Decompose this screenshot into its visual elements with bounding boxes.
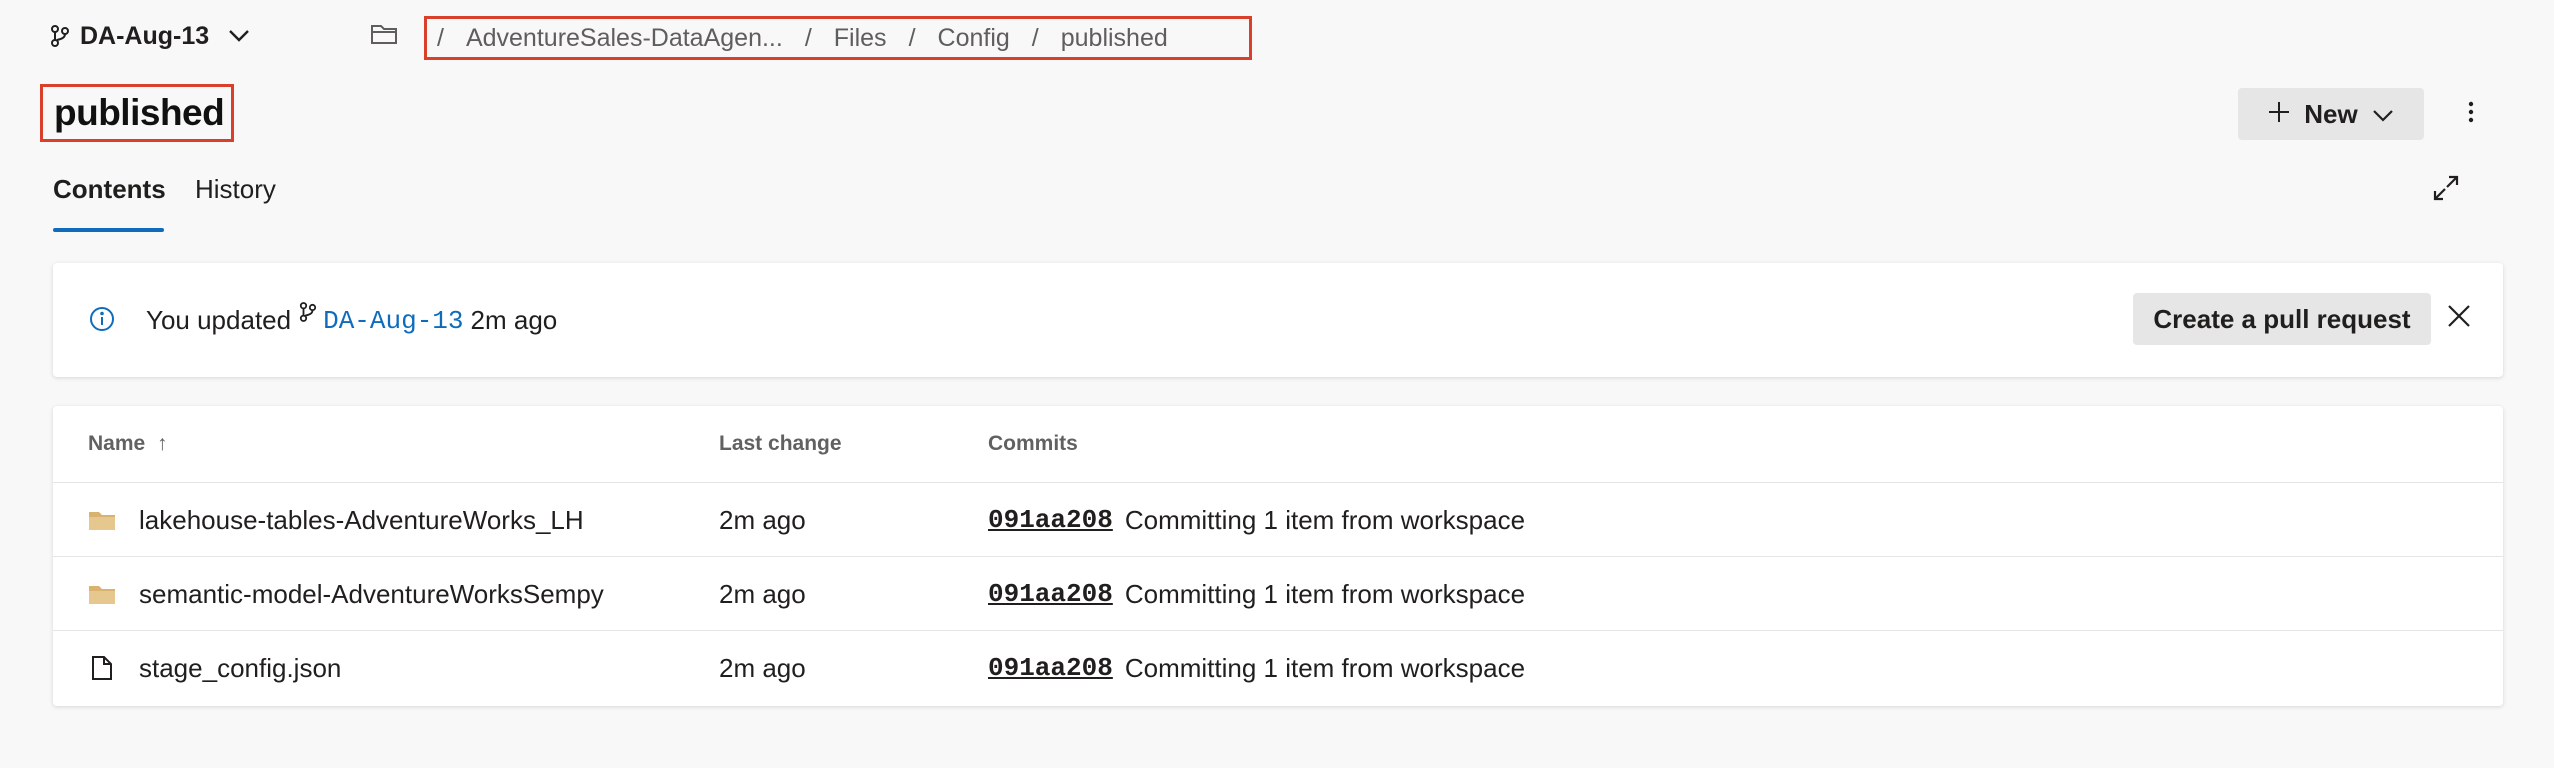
commit-message: Committing 1 item from workspace (1124, 578, 1526, 609)
branch-name: DA-Aug-13 (80, 21, 210, 50)
banner-message: You updated DA-Aug-13 2m ago (146, 302, 558, 336)
commit-hash-link[interactable]: 091aa208 (988, 653, 1113, 683)
folder-icon (370, 22, 398, 51)
branch-selector[interactable]: DA-Aug-13 (50, 18, 251, 54)
column-header-name[interactable]: Name ↑ (88, 432, 168, 456)
commit-hash-link[interactable]: 091aa208 (988, 579, 1113, 609)
breadcrumb-separator: / (437, 23, 444, 52)
chevron-down-icon (2372, 99, 2394, 130)
info-icon (88, 305, 116, 338)
files-table: Name ↑ Last change Commits lakehouse-tab… (53, 406, 2503, 706)
create-pull-request-button[interactable]: Create a pull request (2133, 293, 2431, 345)
last-change: 2m ago (719, 504, 806, 535)
banner-suffix: 2m ago (470, 305, 558, 335)
breadcrumb: / AdventureSales-DataAgen... / Files / C… (424, 16, 1252, 60)
breadcrumb-separator: / (1031, 23, 1039, 52)
last-change: 2m ago (719, 578, 806, 609)
new-button[interactable]: New (2238, 88, 2424, 140)
table-row[interactable]: stage_config.json 2m ago 091aa208 Commit… (53, 630, 2503, 705)
plus-icon (2268, 99, 2290, 130)
breadcrumb-separator: / (908, 23, 916, 52)
new-button-label: New (2304, 98, 2358, 129)
active-tab-indicator (53, 228, 164, 232)
column-header-name-label: Name (88, 432, 146, 455)
tab-history[interactable]: History (195, 174, 276, 205)
close-icon[interactable] (2446, 303, 2480, 337)
last-change: 2m ago (719, 652, 806, 683)
chevron-down-icon (227, 28, 251, 44)
breadcrumb-item-published[interactable]: published (1061, 24, 1168, 53)
commit-cell: 091aa208 Committing 1 item from workspac… (988, 631, 1525, 705)
breadcrumb-item-files[interactable]: Files (834, 24, 887, 53)
branch-icon (299, 299, 317, 330)
commit-cell: 091aa208 Committing 1 item from workspac… (988, 557, 1525, 631)
banner-branch-link[interactable]: DA-Aug-13 (323, 306, 463, 336)
tab-contents[interactable]: Contents (53, 174, 166, 205)
info-banner: You updated DA-Aug-13 2m ago Create a pu… (53, 263, 2503, 377)
more-vertical-icon (2468, 101, 2474, 128)
commit-hash-link[interactable]: 091aa208 (988, 505, 1113, 535)
table-row[interactable]: semantic-model-AdventureWorksSempy 2m ag… (53, 556, 2503, 631)
table-row[interactable]: lakehouse-tables-AdventureWorks_LH 2m ag… (53, 482, 2503, 557)
column-header-last-change: Last change (719, 432, 842, 455)
breadcrumb-item-repo[interactable]: AdventureSales-DataAgen... (466, 24, 783, 53)
folder-icon (87, 483, 117, 557)
expand-icon[interactable] (2432, 174, 2468, 210)
file-icon (87, 631, 117, 705)
breadcrumb-item-config[interactable]: Config (938, 24, 1010, 53)
sort-ascending-icon: ↑ (157, 432, 168, 455)
commit-message: Committing 1 item from workspace (1124, 652, 1526, 683)
file-name[interactable]: stage_config.json (139, 631, 341, 705)
commit-message: Committing 1 item from workspace (1124, 504, 1526, 535)
file-name[interactable]: lakehouse-tables-AdventureWorks_LH (139, 483, 584, 557)
commit-cell: 091aa208 Committing 1 item from workspac… (988, 483, 1525, 557)
banner-prefix: You updated (146, 305, 292, 335)
folder-icon (87, 557, 117, 631)
column-header-commits: Commits (988, 432, 1078, 455)
page-title: published (40, 84, 234, 142)
breadcrumb-separator: / (804, 23, 812, 52)
more-options-button[interactable] (2456, 96, 2486, 132)
branch-icon (50, 24, 70, 48)
file-name[interactable]: semantic-model-AdventureWorksSempy (139, 557, 604, 631)
